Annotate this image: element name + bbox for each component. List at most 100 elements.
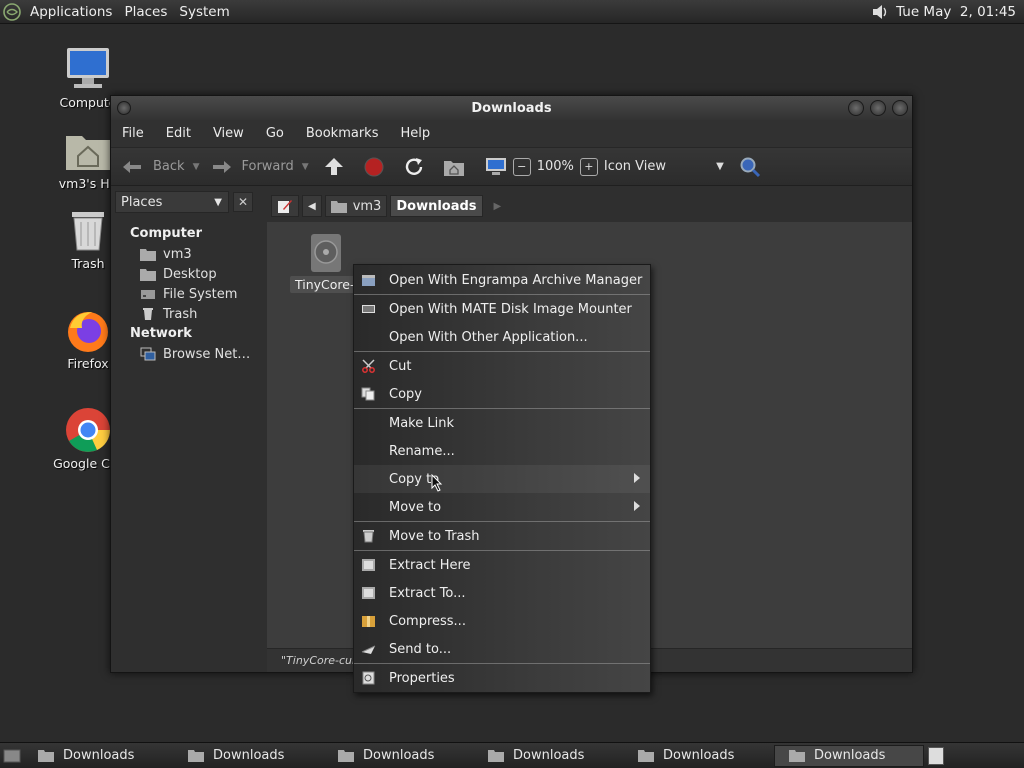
menu-item-compress[interactable]: Compress...: [354, 607, 650, 635]
menu-bookmarks[interactable]: Bookmarks: [295, 126, 390, 141]
home-button[interactable]: [443, 152, 465, 182]
chrome-icon: [66, 408, 110, 452]
taskbar-item[interactable]: Downloads: [474, 745, 624, 767]
toggle-location-entry-button[interactable]: [271, 195, 299, 217]
volume-icon[interactable]: [868, 3, 892, 21]
back-button[interactable]: Back: [121, 152, 185, 182]
mouse-cursor-icon: [431, 474, 443, 492]
menu-item-send-to[interactable]: Send to...: [354, 635, 650, 663]
menu-item-open-with-disk-mounter[interactable]: Open With MATE Disk Image Mounter: [354, 295, 650, 323]
menu-view[interactable]: View: [202, 126, 255, 141]
menu-item-open-with-engrampa[interactable]: Open With Engrampa Archive Manager: [354, 266, 650, 294]
menu-go[interactable]: Go: [255, 126, 295, 141]
taskbar-item[interactable]: Downloads: [624, 745, 774, 767]
context-menu: Open With Engrampa Archive Manager Open …: [353, 264, 651, 693]
show-desktop-icon: [3, 749, 21, 762]
menubar: File Edit View Go Bookmarks Help: [111, 120, 912, 148]
chevron-down-icon: ▼: [716, 161, 724, 172]
trash-icon: [363, 530, 374, 543]
stop-button[interactable]: [363, 152, 385, 182]
extract-icon: [362, 559, 375, 571]
home-folder-icon: [66, 136, 110, 170]
file-item[interactable]: TinyCore-c: [287, 232, 363, 293]
close-button[interactable]: [892, 100, 908, 116]
zoom-in-button[interactable]: +: [579, 157, 598, 176]
back-history-dropdown[interactable]: ▼: [193, 162, 200, 172]
forward-history-dropdown[interactable]: ▼: [302, 162, 309, 172]
path-button-downloads[interactable]: Downloads: [390, 195, 483, 217]
sidebar-item-file-system[interactable]: File System: [111, 284, 263, 304]
menu-item-cut[interactable]: Cut: [354, 352, 650, 380]
search-icon: [740, 157, 760, 177]
sidebar-section-computer: Computer: [130, 226, 203, 241]
menu-item-extract-here[interactable]: Extract Here: [354, 551, 650, 579]
applications-menu[interactable]: Applications: [24, 4, 118, 20]
taskbar-item[interactable]: Downloads: [24, 745, 174, 767]
window-menu-icon[interactable]: [117, 101, 131, 115]
sidebar-item-trash[interactable]: Trash: [111, 304, 263, 324]
taskbar-item[interactable]: Downloads: [174, 745, 324, 767]
sidebar-item-vm3[interactable]: vm3: [111, 244, 263, 264]
sidebar-header: Places ▼ ✕: [111, 187, 263, 217]
maximize-button[interactable]: [870, 100, 886, 116]
taskbar-item[interactable]: Downloads: [324, 745, 474, 767]
menu-help[interactable]: Help: [389, 126, 441, 141]
menu-item-rename[interactable]: Rename...: [354, 437, 650, 465]
sidebar-item-browse-network[interactable]: Browse Net…: [111, 344, 263, 364]
menu-item-move-to[interactable]: Move to: [354, 493, 650, 521]
menu-item-open-with-other[interactable]: Open With Other Application...: [354, 323, 650, 351]
menu-edit[interactable]: Edit: [155, 126, 202, 141]
menu-item-extract-to[interactable]: Extract To...: [354, 579, 650, 607]
menu-item-copy[interactable]: Copy: [354, 380, 650, 408]
disk-mounter-icon: [362, 305, 375, 313]
places-menu[interactable]: Places: [118, 4, 173, 20]
search-button[interactable]: [738, 152, 762, 182]
menu-file[interactable]: File: [111, 126, 155, 141]
clock[interactable]: Tue May 2, 01:45: [892, 4, 1024, 20]
path-scroll-left-button[interactable]: ◀: [302, 195, 322, 217]
top-panel: Applications Places System Tue May 2, 01…: [0, 0, 1024, 24]
computer-icon: [485, 157, 506, 175]
minimize-button[interactable]: [848, 100, 864, 116]
sidebar-item-desktop[interactable]: Desktop: [111, 264, 263, 284]
view-mode-select[interactable]: Icon View ▼: [604, 152, 724, 182]
system-menu[interactable]: System: [173, 4, 235, 20]
extract-icon: [362, 587, 375, 599]
folder-icon: [789, 750, 805, 762]
forward-button[interactable]: Forward: [209, 152, 294, 182]
send-icon: [361, 645, 376, 654]
computer-button[interactable]: [485, 152, 507, 182]
reload-button[interactable]: [403, 152, 425, 182]
home-folder-icon: [140, 249, 156, 261]
mate-logo-icon[interactable]: [0, 1, 24, 23]
taskbar-item-active[interactable]: Downloads: [774, 744, 924, 767]
back-arrow-icon: [123, 160, 141, 173]
file-label: TinyCore-c: [290, 276, 360, 293]
menu-item-make-link[interactable]: Make Link: [354, 409, 650, 437]
disk-image-icon: [311, 234, 341, 272]
up-button[interactable]: [323, 152, 345, 182]
zoom-level[interactable]: 100%: [537, 152, 574, 182]
forward-arrow-icon: [213, 160, 232, 173]
home-folder-icon: [443, 160, 464, 176]
compress-icon: [362, 616, 375, 627]
desktop-folder-icon: [140, 269, 156, 281]
copy-icon: [361, 387, 375, 401]
reload-icon: [405, 157, 422, 175]
sidebar: Computer vm3 Desktop File System Trash N…: [111, 219, 263, 672]
computer-icon: [67, 48, 109, 88]
scissors-icon: [362, 359, 375, 373]
menu-item-properties[interactable]: Properties: [354, 664, 650, 692]
window-titlebar[interactable]: Downloads: [111, 96, 912, 120]
trash-icon: [72, 212, 104, 251]
sidebar-pane-select[interactable]: Places ▼: [115, 191, 229, 213]
path-button-vm3[interactable]: vm3: [324, 195, 388, 217]
edit-icon: [278, 200, 292, 213]
show-desktop-button[interactable]: [0, 744, 24, 768]
menu-item-move-to-trash[interactable]: Move to Trash: [354, 522, 650, 550]
path-scroll-right-button[interactable]: ▶: [494, 201, 502, 212]
menu-item-copy-to[interactable]: Copy to: [354, 465, 650, 493]
close-sidebar-button[interactable]: ✕: [233, 192, 253, 212]
workspace-switcher[interactable]: [928, 746, 944, 765]
zoom-out-button[interactable]: −: [512, 157, 531, 176]
